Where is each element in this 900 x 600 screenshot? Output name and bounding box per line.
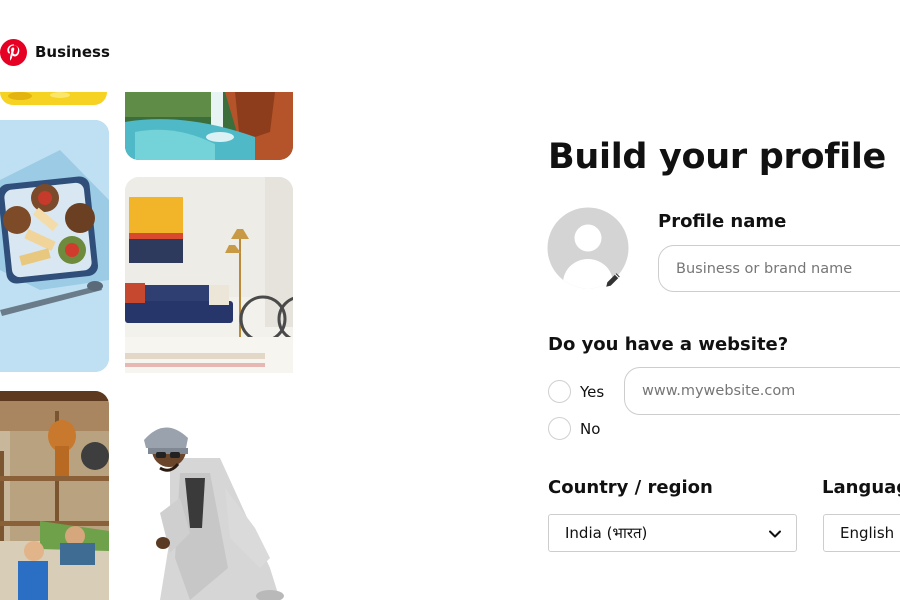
website-yes-label: Yes [580, 382, 605, 401]
country-region-value: India (भारत) [565, 524, 648, 542]
language-label: Languag [822, 477, 900, 498]
page-title: Build your profile [548, 137, 886, 177]
country-region-label: Country / region [548, 477, 713, 498]
living-room-pin-image[interactable] [125, 177, 293, 373]
profile-avatar-upload[interactable] [547, 207, 629, 289]
yellow-pin-image[interactable] [0, 92, 107, 105]
waterfall-pin-image[interactable] [125, 92, 293, 160]
website-no-radio[interactable] [548, 417, 571, 440]
website-yes-radio[interactable] [548, 380, 571, 403]
website-question-label: Do you have a website? [548, 334, 789, 355]
country-region-select[interactable]: India (भारत) [548, 514, 797, 552]
website-url-input[interactable] [624, 367, 900, 415]
brand-label: Business [35, 43, 110, 61]
man-in-beanie-pin-image[interactable] [130, 418, 290, 600]
profile-name-input[interactable] [658, 245, 900, 292]
website-yes-option[interactable]: Yes [548, 380, 604, 403]
brand-header[interactable]: Business [0, 37, 110, 67]
profile-name-label: Profile name [658, 211, 787, 232]
language-select[interactable]: English ( [823, 514, 900, 552]
website-no-option[interactable]: No [548, 417, 600, 440]
chevron-down-icon [769, 530, 781, 538]
business-profile-page: Business Build your profile Profile name… [0, 0, 900, 600]
language-value: English ( [840, 524, 900, 542]
pinterest-logo-icon [0, 38, 27, 66]
food-platter-pin-image[interactable] [0, 120, 109, 372]
website-no-label: No [580, 419, 601, 438]
playroom-pin-image[interactable] [0, 391, 109, 600]
pencil-icon[interactable] [604, 271, 622, 289]
